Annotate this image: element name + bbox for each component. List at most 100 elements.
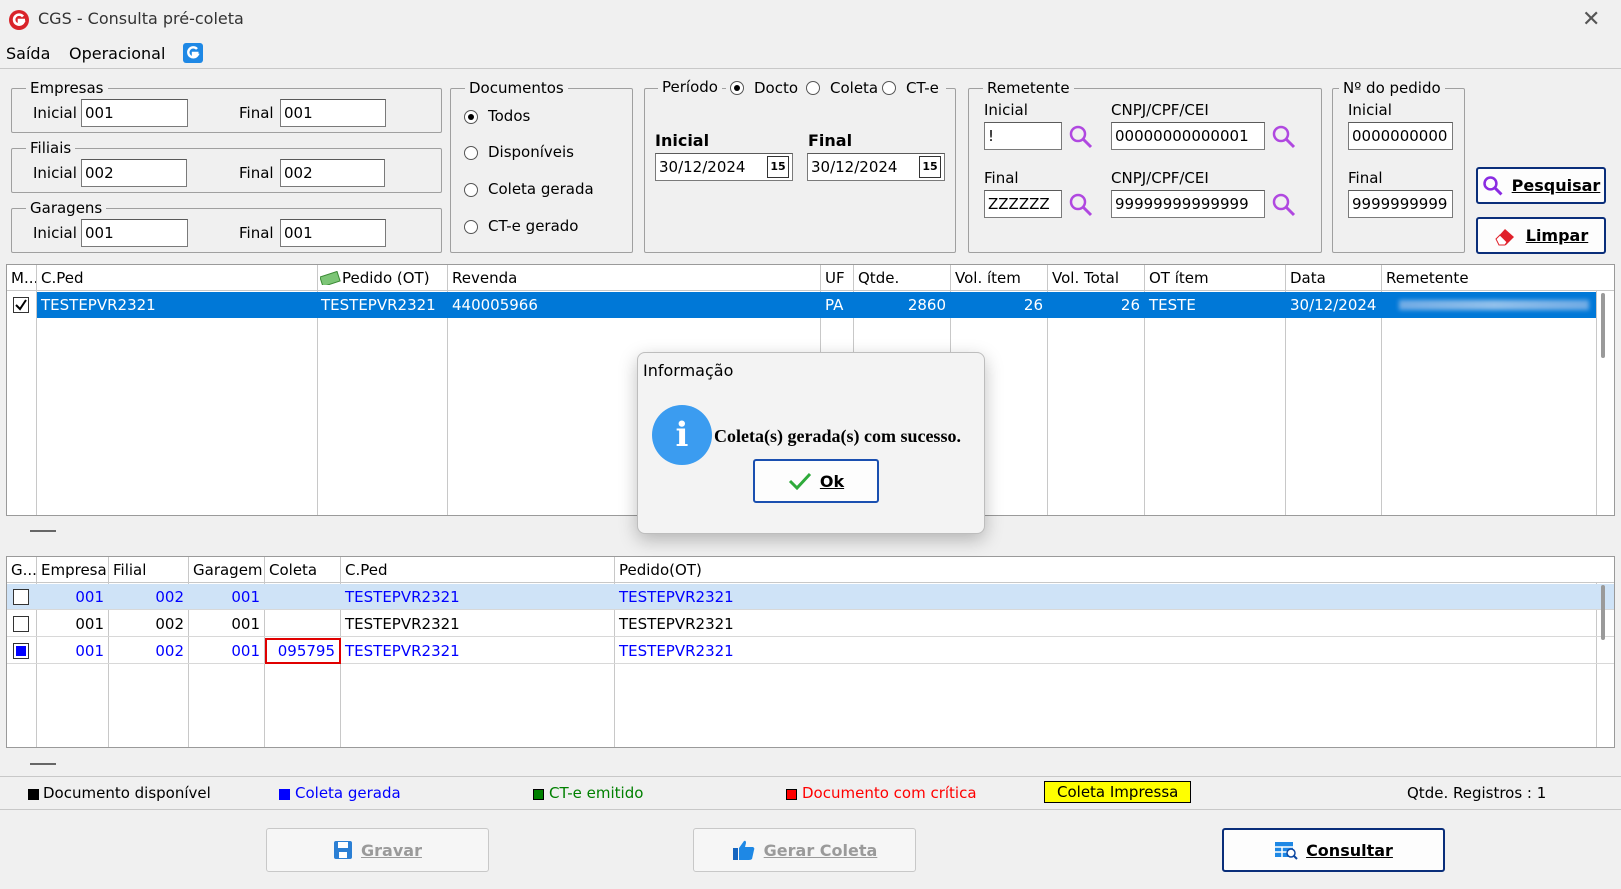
- cell-garagem: 001: [231, 642, 260, 660]
- empresas-inicial-label: Inicial: [33, 104, 77, 122]
- periodo-inicial-label: Inicial: [655, 131, 710, 150]
- radio-cte[interactable]: [882, 81, 896, 95]
- gravar-label: Gravar: [361, 840, 422, 860]
- splitter-handle[interactable]: [30, 763, 56, 765]
- col-empresa[interactable]: Empresa: [37, 557, 109, 583]
- info-dialog[interactable]: Informação i Coleta(s) gerada(s) com suc…: [637, 352, 985, 534]
- pedidos-grid-header: M... C.Ped Pedido (OT) Revenda UF Qtde. …: [7, 265, 1614, 291]
- search-icon[interactable]: [1068, 124, 1094, 150]
- g-app-icon[interactable]: [182, 42, 204, 64]
- remetente-final-input[interactable]: ZZZZZZ: [984, 190, 1062, 218]
- col-ot-item[interactable]: OT ítem: [1145, 265, 1286, 291]
- pedido-inicial-label: Inicial: [1348, 101, 1392, 119]
- col-filial[interactable]: Filial: [109, 557, 189, 583]
- col-uf[interactable]: UF: [821, 265, 854, 291]
- garagens-inicial-label: Inicial: [33, 224, 77, 242]
- col-remetente[interactable]: Remetente: [1382, 265, 1596, 291]
- table-row[interactable]: TESTEPVR2321 TESTEPVR2321 440005966 PA 2…: [7, 292, 1614, 318]
- filiais-final-input[interactable]: 002: [280, 159, 385, 187]
- search-icon[interactable]: [1271, 124, 1297, 150]
- filiais-inicial-input[interactable]: 002: [81, 159, 187, 187]
- col-qtde[interactable]: Qtde.: [854, 265, 951, 291]
- col-coleta[interactable]: Coleta: [265, 557, 341, 583]
- col-cped[interactable]: C.Ped: [341, 557, 615, 583]
- coletas-grid-header: G... Empresa Filial Garagem Coleta C.Ped…: [7, 557, 1614, 583]
- ok-label: Ok: [819, 471, 845, 491]
- gravar-button[interactable]: Gravar: [266, 828, 489, 872]
- radio-docto[interactable]: [730, 81, 744, 95]
- radio-coleta-gerada-label: Coleta gerada: [488, 180, 594, 198]
- garagens-legend: Garagens: [30, 199, 103, 217]
- search-icon[interactable]: [1068, 192, 1094, 218]
- calendar-icon[interactable]: 15: [767, 156, 789, 178]
- limpar-button[interactable]: Limpar: [1476, 217, 1606, 254]
- row-checkbox[interactable]: [13, 616, 29, 632]
- radio-coleta-gerada[interactable]: [464, 183, 478, 197]
- col-vol-item[interactable]: Vol. ítem: [951, 265, 1048, 291]
- empresas-inicial-input[interactable]: 001: [81, 99, 188, 127]
- remetente-cnpj-inicial-input[interactable]: 00000000000001: [1111, 122, 1265, 150]
- cell-pedido: TESTEPVR2321: [321, 296, 436, 314]
- ok-button[interactable]: Ok: [753, 459, 879, 503]
- cell-ot-item: TESTE: [1149, 296, 1196, 314]
- splitter-handle[interactable]: [30, 530, 56, 532]
- radio-cte-gerado-label: CT-e gerado: [488, 217, 579, 235]
- calendar-icon[interactable]: 15: [919, 156, 941, 178]
- radio-cte-gerado[interactable]: [464, 220, 478, 234]
- cell-coleta-highlight: 095795: [265, 638, 341, 664]
- col-pedido-ot[interactable]: Pedido(OT): [615, 557, 1596, 583]
- save-icon: [334, 841, 353, 859]
- row-checkbox[interactable]: [13, 297, 29, 313]
- remetente-cnpj-label: CNPJ/CPF/CEI: [1111, 101, 1209, 119]
- pesquisar-button[interactable]: Pesquisar: [1476, 167, 1606, 204]
- legend-red-square: [786, 789, 797, 800]
- radio-todos-label: Todos: [488, 107, 531, 125]
- remetente-legend: Remetente: [987, 79, 1070, 97]
- menu-saida[interactable]: Saída: [6, 44, 50, 63]
- col-m[interactable]: M...: [7, 265, 37, 291]
- table-row[interactable]: 001 002 001 095795 TESTEPVR2321 TESTEPVR…: [7, 638, 1614, 664]
- menu-divider: [0, 68, 1621, 69]
- cell-cped: TESTEPVR2321: [345, 615, 460, 633]
- scrollbar-thumb[interactable]: [1601, 293, 1605, 358]
- col-cped[interactable]: C.Ped: [37, 265, 318, 291]
- gerar-coleta-button[interactable]: Gerar Coleta: [693, 828, 916, 872]
- col-data[interactable]: Data: [1286, 265, 1382, 291]
- search-icon[interactable]: [1271, 192, 1297, 218]
- info-icon: i: [652, 405, 712, 465]
- scrollbar-thumb[interactable]: [1601, 585, 1605, 640]
- close-icon[interactable]: ✕: [1582, 7, 1600, 32]
- col-revenda[interactable]: Revenda: [448, 265, 821, 291]
- pedido-final-label: Final: [1348, 169, 1383, 187]
- title-bar: CGS - Consulta pré-coleta ✕: [0, 0, 1621, 40]
- cell-garagem: 001: [231, 588, 260, 606]
- garagens-final-input[interactable]: 001: [280, 219, 386, 247]
- coletas-grid[interactable]: G... Empresa Filial Garagem Coleta C.Ped…: [6, 556, 1615, 748]
- cell-vol-item: 26: [1023, 296, 1043, 314]
- pedido-inicial-input[interactable]: 0000000000: [1348, 122, 1453, 150]
- radio-disponiveis[interactable]: [464, 146, 478, 160]
- row-checkbox[interactable]: [13, 589, 29, 605]
- col-garagem[interactable]: Garagem: [189, 557, 265, 583]
- pedido-final-input[interactable]: 9999999999: [1348, 190, 1453, 218]
- table-row[interactable]: 001 002 001 TESTEPVR2321 TESTEPVR2321: [7, 584, 1614, 610]
- row-checkbox[interactable]: [13, 643, 29, 659]
- col-pedido[interactable]: Pedido (OT): [318, 265, 448, 291]
- cell-vol-total: 26: [1120, 296, 1140, 314]
- garagens-inicial-input[interactable]: 001: [81, 219, 188, 247]
- consultar-button[interactable]: Consultar: [1222, 828, 1445, 872]
- filiais-legend: Filiais: [30, 139, 72, 157]
- empresas-final-input[interactable]: 001: [280, 99, 386, 127]
- remetente-cnpj-final-input[interactable]: 99999999999999: [1111, 190, 1265, 218]
- radio-todos[interactable]: [464, 110, 478, 124]
- remetente-inicial-input[interactable]: !: [984, 122, 1062, 150]
- col-g[interactable]: G...: [7, 557, 37, 583]
- filiais-inicial-label: Inicial: [33, 164, 77, 182]
- radio-coleta-label: Coleta: [830, 79, 879, 97]
- cell-filial: 002: [155, 642, 184, 660]
- menu-operacional[interactable]: Operacional: [69, 44, 165, 63]
- table-row[interactable]: 001 002 001 TESTEPVR2321 TESTEPVR2321: [7, 611, 1614, 637]
- radio-coleta[interactable]: [806, 81, 820, 95]
- col-vol-total[interactable]: Vol. Total: [1048, 265, 1145, 291]
- radio-docto-label: Docto: [754, 79, 799, 97]
